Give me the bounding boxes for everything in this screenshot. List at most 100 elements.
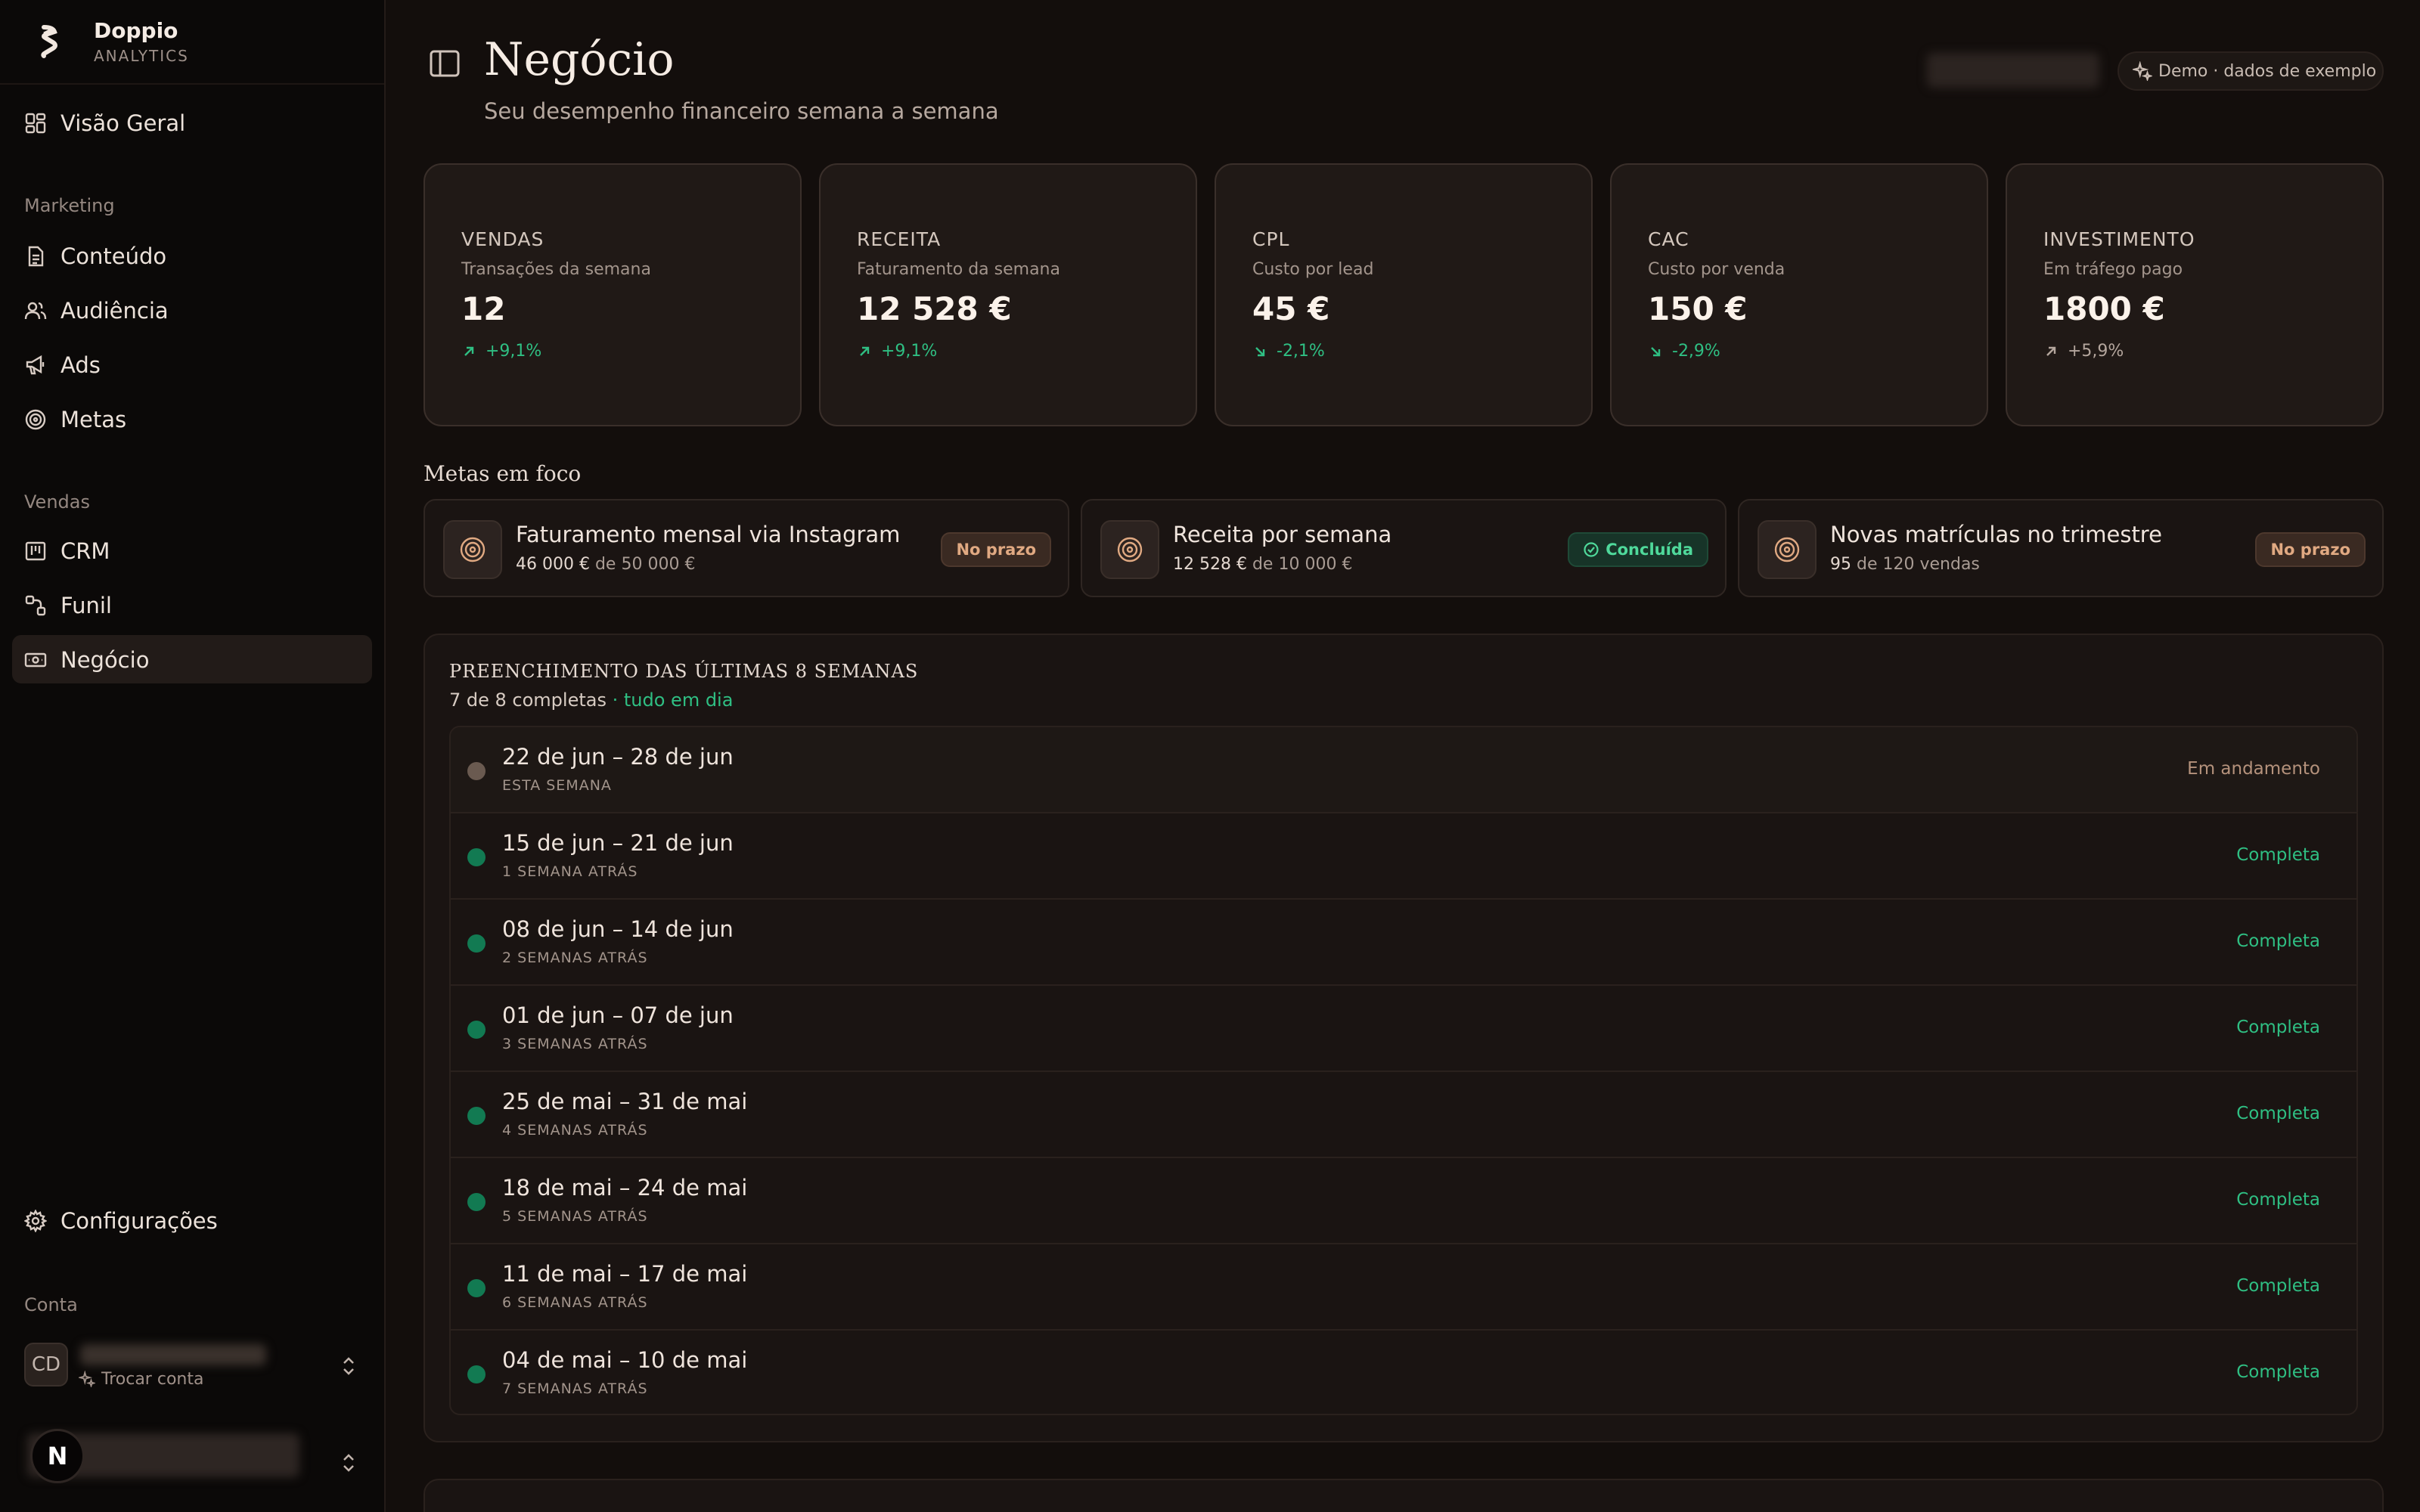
list-item[interactable]: 25 de mai – 31 de mai 4 SEMANAS ATRÁS Co… xyxy=(451,1072,2356,1158)
sidebar-item-label: Funil xyxy=(60,593,112,618)
banknote-icon xyxy=(24,652,47,668)
sparkles-icon xyxy=(77,1370,97,1389)
list-item[interactable]: 08 de jun – 14 de jun 2 SEMANAS ATRÁS Co… xyxy=(451,900,2356,986)
target-icon xyxy=(460,537,486,562)
header-action-redacted[interactable] xyxy=(1927,53,2099,88)
status-dot xyxy=(467,1193,486,1211)
n-badge[interactable]: N xyxy=(30,1429,85,1483)
weeks-fill-card: PREENCHIMENTO DAS ÚLTIMAS 8 SEMANAS 7 de… xyxy=(424,634,2384,1442)
status-badge: Concluída xyxy=(1568,532,1708,567)
sidebar-item-label: Visão Geral xyxy=(60,110,186,136)
goal-current: 46 000 € xyxy=(516,555,590,574)
goal-sep: de xyxy=(1252,555,1274,574)
week-relative: 1 SEMANA ATRÁS xyxy=(502,863,638,880)
goal-card[interactable]: Novas matrículas no trimestre 95 de 120 … xyxy=(1738,499,2384,597)
goal-target: 50 000 € xyxy=(621,555,696,574)
kpi-description: Transações da semana xyxy=(461,260,651,279)
status-badge-label: Concluída xyxy=(1606,541,1693,559)
list-item[interactable]: 11 de mai – 17 de mai 6 SEMANAS ATRÁS Co… xyxy=(451,1244,2356,1331)
kpi-label: RECEITA xyxy=(857,228,942,250)
arrow-up-right-icon xyxy=(860,346,870,356)
kpi-label: INVESTIMENTO xyxy=(2043,228,2195,250)
kpi-delta: -2,9% xyxy=(1648,342,1720,361)
demo-badge: Demo · dados de exemplo xyxy=(2118,51,2384,91)
week-relative: 6 SEMANAS ATRÁS xyxy=(502,1294,648,1311)
goal-target: 10 000 € xyxy=(1278,555,1353,574)
list-item[interactable]: 18 de mai – 24 de mai 5 SEMANAS ATRÁS Co… xyxy=(451,1158,2356,1244)
week-status: Completa xyxy=(2236,1018,2320,1037)
kpi-delta: +5,9% xyxy=(2043,342,2124,361)
list-item[interactable]: 22 de jun – 28 de jun ESTA SEMANA Em and… xyxy=(451,727,2356,813)
kpi-card-sales: VENDAS Transações da semana 12 +9,1% xyxy=(424,163,802,426)
next-section-card xyxy=(424,1479,2384,1512)
megaphone-icon xyxy=(26,355,45,375)
arrow-down-right-icon xyxy=(1651,346,1661,356)
status-dot xyxy=(467,1279,486,1297)
week-range: 08 de jun – 14 de jun xyxy=(502,916,734,942)
target-icon xyxy=(1117,537,1143,562)
brand[interactable]: Doppio ANALYTICS xyxy=(0,0,384,85)
status-dot xyxy=(467,762,486,780)
week-status: Em andamento xyxy=(2187,759,2320,779)
weeks-summary-status: · tudo em dia xyxy=(612,689,734,711)
brand-name: Doppio xyxy=(94,18,178,43)
week-status: Completa xyxy=(2236,1190,2320,1210)
kpi-delta-value: -2,1% xyxy=(1277,342,1325,361)
brand-subtitle: ANALYTICS xyxy=(94,47,189,65)
goal-card[interactable]: Faturamento mensal via Instagram 46 000 … xyxy=(424,499,1069,597)
kpi-description: Custo por venda xyxy=(1648,260,1786,279)
list-item[interactable]: 01 de jun – 07 de jun 3 SEMANAS ATRÁS Co… xyxy=(451,986,2356,1072)
kpi-delta: +9,1% xyxy=(461,342,541,361)
kpi-value: 150 € xyxy=(1648,290,1748,327)
status-dot xyxy=(467,848,486,866)
logo-icon xyxy=(41,25,57,58)
sidebar-toggle-icon[interactable] xyxy=(428,47,461,80)
goal-progress: 46 000 € de 50 000 € xyxy=(516,555,695,574)
sidebar-item-settings[interactable]: Configurações xyxy=(12,1196,372,1244)
list-item[interactable]: 15 de jun – 21 de jun 1 SEMANA ATRÁS Com… xyxy=(451,813,2356,900)
chevron-updown-icon[interactable] xyxy=(340,1452,357,1474)
sidebar-item-business[interactable]: Negócio xyxy=(12,635,372,683)
sidebar-item-label: Audiência xyxy=(60,298,169,324)
week-relative: 5 SEMANAS ATRÁS xyxy=(502,1208,648,1225)
grid-icon xyxy=(25,113,46,134)
avatar[interactable]: CD xyxy=(24,1343,68,1387)
goal-icon-box xyxy=(443,520,502,579)
goal-card[interactable]: Receita por semana 12 528 € de 10 000 € … xyxy=(1081,499,1727,597)
sidebar-item-label: Negócio xyxy=(60,647,150,673)
page-title: Negócio xyxy=(484,33,675,86)
sidebar-item-crm[interactable]: CRM xyxy=(12,526,372,575)
account-name-redacted xyxy=(80,1344,266,1365)
kpi-card-revenue: RECEITA Faturamento da semana 12 528 € +… xyxy=(819,163,1197,426)
arrow-down-right-icon xyxy=(1255,346,1265,356)
sidebar-item-content[interactable]: Conteúdo xyxy=(12,231,372,280)
switch-account-link[interactable]: Trocar conta xyxy=(77,1370,203,1389)
arrow-up-right-icon xyxy=(464,346,474,356)
sidebar-item-ads[interactable]: Ads xyxy=(12,340,372,389)
week-relative: 4 SEMANAS ATRÁS xyxy=(502,1122,648,1139)
kanban-icon xyxy=(25,541,46,561)
status-badge: No prazo xyxy=(2255,532,2366,567)
week-status: Completa xyxy=(2236,1104,2320,1123)
weeks-title: PREENCHIMENTO DAS ÚLTIMAS 8 SEMANAS xyxy=(449,661,919,682)
arrow-up-right-icon xyxy=(2046,346,2056,356)
kpi-description: Em tráfego pago xyxy=(2043,260,2183,279)
chevron-updown-icon[interactable] xyxy=(340,1355,357,1377)
list-item[interactable]: 04 de mai – 10 de mai 7 SEMANAS ATRÁS Co… xyxy=(451,1331,2356,1414)
sidebar-item-overview[interactable]: Visão Geral xyxy=(12,98,372,147)
week-range: 22 de jun – 28 de jun xyxy=(502,744,734,770)
kpi-value: 45 € xyxy=(1252,290,1330,327)
section-label-marketing: Marketing xyxy=(24,195,115,216)
sidebar-item-funnel[interactable]: Funil xyxy=(12,581,372,629)
sidebar: Doppio ANALYTICS Visão Geral Marketing C… xyxy=(0,0,386,1512)
kpi-delta-value: -2,9% xyxy=(1672,342,1720,361)
goal-title: Novas matrículas no trimestre xyxy=(1830,522,2162,547)
goal-progress: 95 de 120 vendas xyxy=(1830,555,1980,574)
document-icon xyxy=(28,246,44,267)
kpi-delta-value: +9,1% xyxy=(881,342,938,361)
sidebar-item-goals[interactable]: Metas xyxy=(12,395,372,443)
sidebar-item-label: Ads xyxy=(60,352,101,378)
section-label-sales: Vendas xyxy=(24,491,90,513)
sidebar-item-audience[interactable]: Audiência xyxy=(12,286,372,334)
goal-target: 120 vendas xyxy=(1882,555,1980,574)
